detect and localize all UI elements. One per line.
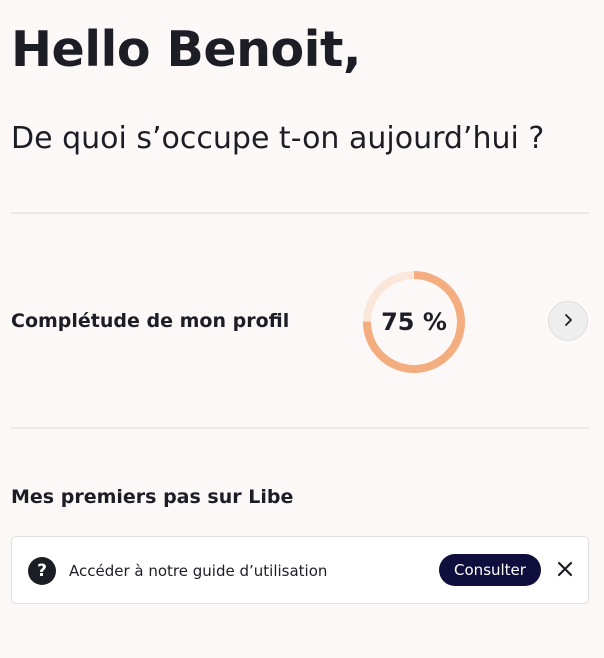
divider xyxy=(11,212,589,214)
divider xyxy=(11,427,589,429)
guide-text: Accéder à notre guide d’utilisation xyxy=(69,562,328,580)
profile-details-button[interactable] xyxy=(548,301,588,341)
greeting-title: Hello Benoit, xyxy=(11,21,362,78)
close-button[interactable] xyxy=(552,558,578,584)
profile-completion-ring: 75 % xyxy=(360,268,468,376)
guide-card: ? Accéder à notre guide d’utilisation Co… xyxy=(11,536,589,604)
close-icon xyxy=(557,561,573,581)
profile-completion-label: Complétude de mon profil xyxy=(11,310,290,332)
consult-button[interactable]: Consulter xyxy=(439,554,541,586)
profile-completion-value: 75 % xyxy=(381,308,447,336)
question-circle-icon: ? xyxy=(28,557,56,585)
page-subtitle: De quoi s’occupe t-on aujourd’hui ? xyxy=(11,121,545,156)
first-steps-title: Mes premiers pas sur Libe xyxy=(11,486,294,508)
chevron-right-icon xyxy=(561,312,575,331)
